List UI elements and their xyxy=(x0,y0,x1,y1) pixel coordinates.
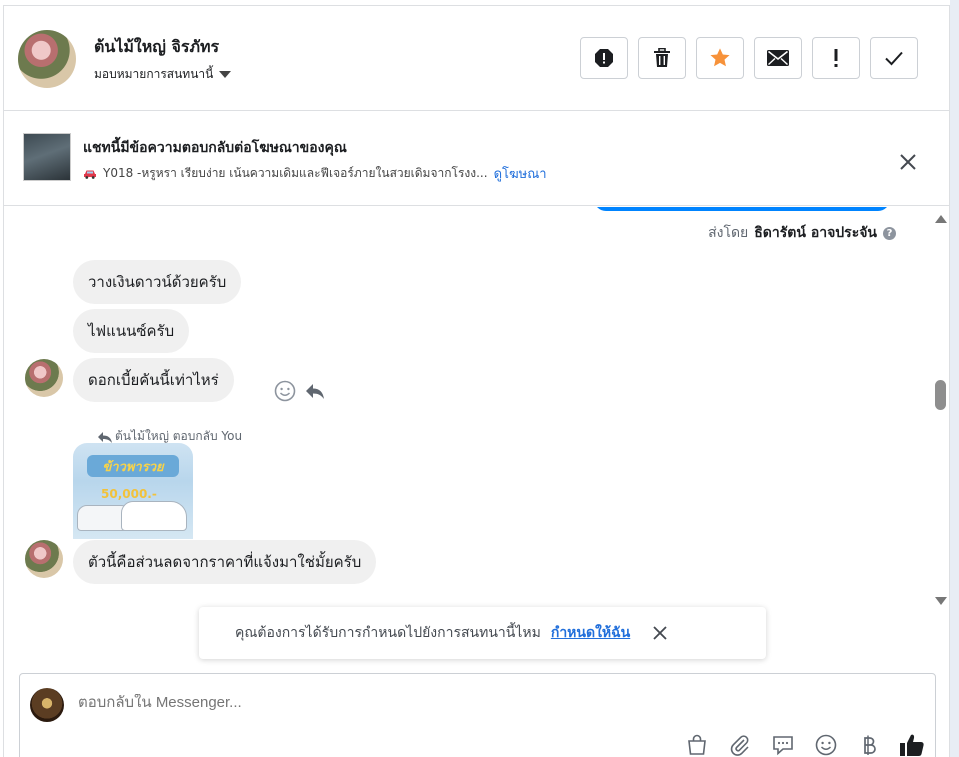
scroll-up-arrow-icon[interactable] xyxy=(935,215,947,223)
help-icon[interactable]: ? xyxy=(883,226,896,240)
thread-scrollbar[interactable] xyxy=(933,211,948,606)
contact-avatar-small[interactable] xyxy=(25,540,63,578)
trash-icon xyxy=(654,48,670,67)
mark-spam-button[interactable] xyxy=(580,37,628,79)
composer-toolbar xyxy=(684,732,925,757)
exclamation-icon xyxy=(834,49,838,67)
reply-arrow-icon xyxy=(98,431,112,443)
sent-by-prefix: ส่งโดย xyxy=(708,225,749,241)
speech-bubble-icon xyxy=(773,736,793,756)
star-button[interactable] xyxy=(696,37,744,79)
ad-banner-subtitle-row: Y018 -หรูหรา เรียบง่าย เน้นความเดิมและฟี… xyxy=(83,163,547,184)
payment-button[interactable] xyxy=(856,732,882,757)
contact-name[interactable]: ต้นไม้ใหญ่ จิรภัทร xyxy=(94,35,219,60)
received-message[interactable]: ไฟแนนซ์ครับ xyxy=(73,309,190,353)
close-icon[interactable] xyxy=(652,625,668,641)
star-icon xyxy=(710,48,730,67)
attach-button[interactable] xyxy=(727,732,753,757)
scroll-thumb[interactable] xyxy=(935,380,946,410)
assign-label: มอบหมายการสนทนานี้ xyxy=(94,67,214,81)
sent-message-bubble[interactable] xyxy=(594,207,890,211)
ad-banner-title: แชทนี้มีข้อความตอบกลับต่อโฆษณาของคุณ xyxy=(83,140,347,156)
scroll-down-arrow-icon[interactable] xyxy=(935,597,947,605)
like-button[interactable] xyxy=(899,732,925,757)
close-icon[interactable] xyxy=(897,151,919,173)
message-actions xyxy=(274,380,326,402)
reply-input[interactable] xyxy=(78,694,858,711)
assign-prompt-text: คุณต้องการได้รับการกำหนดไปยังการสนทนานี้… xyxy=(235,625,541,641)
car-illustration xyxy=(121,501,187,531)
checkmark-icon xyxy=(885,51,903,66)
emoji-button[interactable] xyxy=(813,732,839,757)
message-thread: ส่งโดย ธิดารัตน์ อาจประจัน ? วางเงินดาวน… xyxy=(4,207,950,605)
ad-banner-subtitle: Y018 -หรูหรา เรียบง่าย เน้นความเดิมและฟี… xyxy=(103,166,488,180)
conversation-header: ต้นไม้ใหญ่ จิรภัทร มอบหมายการสนทนานี้ xyxy=(4,6,950,111)
received-message[interactable]: ดอกเบี้ยคันนี้เท่าไหร่ xyxy=(73,358,234,402)
conversation-toolbar xyxy=(580,37,918,79)
window-edge xyxy=(950,0,959,757)
smiley-icon[interactable] xyxy=(274,380,296,402)
thumbs-up-icon xyxy=(900,734,924,756)
ad-image-price: 50,000.- xyxy=(101,487,157,501)
received-message[interactable]: ตัวนี้คือส่วนลดจากราคาที่แจ้งมาใช่มั้ยคร… xyxy=(73,540,377,584)
sent-by-name: ธิดารัตน์ อาจประจัน xyxy=(754,225,877,241)
assign-conversation-dropdown[interactable]: มอบหมายการสนทนานี้ xyxy=(94,65,232,84)
baht-icon xyxy=(864,735,876,755)
shopping-bag-icon xyxy=(688,734,706,755)
shared-ad-image[interactable]: ข้าวพารวย 50,000.- xyxy=(73,443,193,539)
delete-button[interactable] xyxy=(638,37,686,79)
ad-reply-banner: แชทนี้มีข้อความตอบกลับต่อโฆษณาของคุณ Y01… xyxy=(4,111,950,206)
reply-icon[interactable] xyxy=(304,380,326,402)
envelope-icon xyxy=(767,50,789,66)
ad-thumbnail[interactable] xyxy=(23,133,71,181)
shop-bag-button[interactable] xyxy=(684,732,710,757)
assign-prompt-toast: คุณต้องการได้รับการกำหนดไปยังการสนทนานี้… xyxy=(199,607,766,659)
smiley-icon xyxy=(815,734,837,756)
assign-to-me-link[interactable]: กำหนดให้ฉัน xyxy=(551,622,630,644)
saved-replies-button[interactable] xyxy=(770,732,796,757)
caret-down-icon xyxy=(219,71,232,78)
conversation-panel: ต้นไม้ใหญ่ จิรภัทร มอบหมายการสนทนานี้ แช… xyxy=(3,5,950,757)
message-composer xyxy=(19,673,936,757)
car-icon xyxy=(84,170,96,179)
view-ad-link[interactable]: ดูโฆษณา xyxy=(494,163,547,184)
mark-unread-button[interactable] xyxy=(754,37,802,79)
paperclip-icon xyxy=(730,735,749,756)
spam-icon xyxy=(595,49,613,67)
page-avatar xyxy=(30,688,64,722)
contact-avatar-small[interactable] xyxy=(25,359,63,397)
sent-by-line: ส่งโดย ธิดารัตน์ อาจประจัน ? xyxy=(708,222,896,244)
follow-up-button[interactable] xyxy=(812,37,860,79)
ad-image-logo: ข้าวพารวย xyxy=(87,455,179,477)
contact-avatar[interactable] xyxy=(18,30,76,88)
received-message[interactable]: วางเงินดาวน์ด้วยครับ xyxy=(73,260,242,304)
mark-done-button[interactable] xyxy=(870,37,918,79)
